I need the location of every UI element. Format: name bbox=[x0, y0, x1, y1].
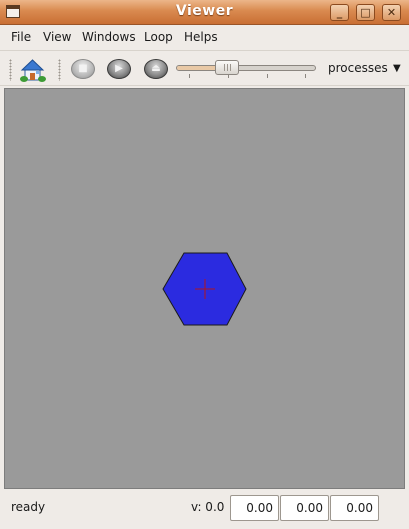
slider-tick bbox=[228, 74, 229, 78]
status-text: ready bbox=[11, 500, 46, 514]
play-button[interactable]: ▶ bbox=[107, 59, 131, 79]
play-icon: ▶ bbox=[115, 63, 123, 74]
scene-svg bbox=[162, 252, 247, 326]
minimize-button[interactable]: _ bbox=[330, 4, 349, 21]
home-button[interactable] bbox=[20, 57, 46, 82]
processes-dropdown-label[interactable]: processes bbox=[328, 61, 388, 75]
menu-loop[interactable]: Loop bbox=[144, 30, 173, 44]
status-bar: ready v: 0.0 0.00 0.00 0.00 bbox=[0, 490, 409, 529]
menu-view[interactable]: View bbox=[43, 30, 71, 44]
menu-bar: File View Windows Loop Helps bbox=[0, 25, 409, 48]
menu-file[interactable]: File bbox=[11, 30, 31, 44]
title-bar: Viewer _ □ ✕ bbox=[0, 0, 409, 25]
toolbar-grip-2[interactable] bbox=[58, 59, 61, 81]
viewer-canvas[interactable] bbox=[4, 88, 405, 489]
z-field[interactable]: 0.00 bbox=[330, 495, 379, 521]
slider-tick bbox=[189, 74, 190, 78]
slider-tick bbox=[305, 74, 306, 78]
velocity-label: v: 0.0 bbox=[191, 500, 225, 514]
menu-windows[interactable]: Windows bbox=[82, 30, 136, 44]
stop-icon: ■ bbox=[78, 63, 88, 74]
maximize-button[interactable]: □ bbox=[356, 4, 375, 21]
speed-slider-thumb[interactable] bbox=[214, 60, 239, 75]
x-field[interactable]: 0.00 bbox=[230, 495, 279, 521]
step-icon: ⏏ bbox=[151, 63, 161, 74]
step-button[interactable]: ⏏ bbox=[144, 59, 168, 79]
close-button[interactable]: ✕ bbox=[382, 4, 401, 21]
toolbar-grip[interactable] bbox=[9, 59, 12, 81]
chevron-down-icon[interactable]: ▼ bbox=[393, 63, 401, 74]
stop-button[interactable]: ■ bbox=[71, 59, 95, 79]
y-field[interactable]: 0.00 bbox=[280, 495, 329, 521]
slider-tick bbox=[267, 74, 268, 78]
home-icon bbox=[20, 59, 46, 82]
menu-helps[interactable]: Helps bbox=[184, 30, 218, 44]
